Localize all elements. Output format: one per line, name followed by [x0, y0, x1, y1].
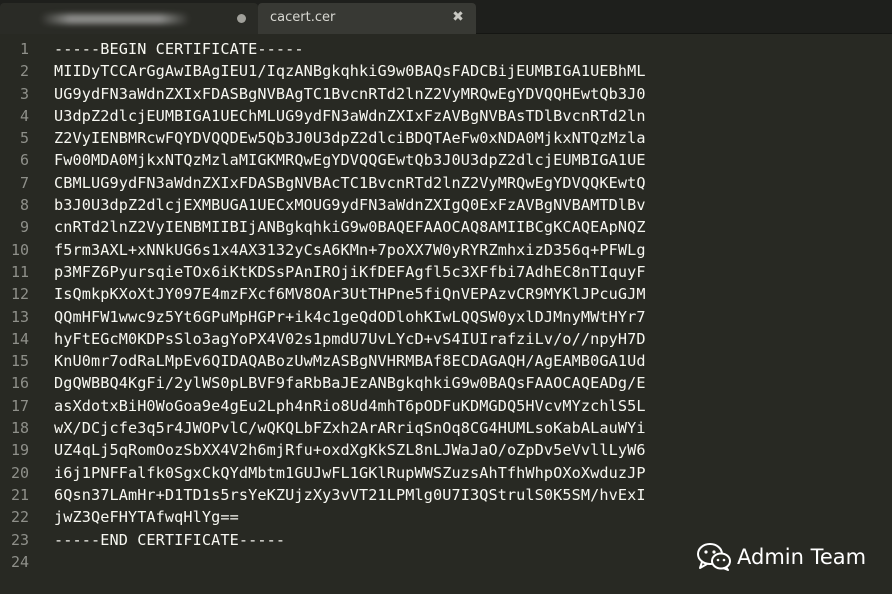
- code-line[interactable]: KnU0mr7odRaLMpEv6QIDAQABozUwMzASBgNVHRMB…: [54, 350, 892, 372]
- line-number: 18: [10, 419, 29, 438]
- line-number: 9: [19, 218, 29, 237]
- tab-title-blurred: [40, 14, 190, 24]
- line-number: 16: [10, 374, 29, 393]
- line-number-gutter: 1 2 3 4 5 6 7 8 9 10 11 12 13 14 15 16 17 18 19 20 21 22 23 24: [0, 38, 40, 573]
- line-number: 11: [10, 262, 29, 281]
- line-number: 6: [19, 151, 29, 170]
- line-number: 4: [19, 106, 29, 125]
- line-number: 14: [10, 329, 29, 348]
- code-line[interactable]: wX/DCjcfe3q5r4JWOPvlC/wQKQLbFZxh2ArARriq…: [54, 417, 892, 439]
- line-number: 19: [10, 441, 29, 460]
- code-line[interactable]: DgQWBBQ4KgFi/2ylWS0pLBVF9faRbBaJEzANBgkq…: [54, 372, 892, 394]
- line-number: 2: [19, 62, 29, 81]
- code-line[interactable]: CBMLUG9ydFN3aWdnZXIxFDASBgNVBAcTC1BvcnRT…: [54, 172, 892, 194]
- line-number: 5: [19, 129, 29, 148]
- code-line[interactable]: MIIDyTCCArGgAwIBAgIEU1/IqzANBgkqhkiG9w0B…: [54, 60, 892, 82]
- code-line[interactable]: U3dpZ2dlcjEUMBIGA1UEChMLUG9ydFN3aWdnZXIx…: [54, 105, 892, 127]
- code-line[interactable]: jwZ3QeFHYTAfwqHlYg==: [54, 506, 892, 528]
- code-line[interactable]: p3MFZ6PyursqieTOx6iKtKDSsPAnIROjiKfDEFAg…: [54, 261, 892, 283]
- line-number: 13: [10, 307, 29, 326]
- code-line[interactable]: 6Qsn37LAmHr+D1TD1s5rsYeKZUjzXy3vVT21LPMl…: [54, 484, 892, 506]
- code-line[interactable]: Fw00MDA0MjkxNTQzMzlaMIGKMRQwEgYDVQQGEwtQ…: [54, 149, 892, 171]
- code-line[interactable]: asXdotxBiH0WoGoa9e4gEu2Lph4nRio8Ud4mhT6p…: [54, 395, 892, 417]
- line-number: 7: [19, 173, 29, 192]
- code-line[interactable]: Z2VyIENBMRcwFQYDVQQDEw5Qb3J0U3dpZ2dlciBD…: [54, 127, 892, 149]
- line-number: 12: [10, 285, 29, 304]
- unsaved-dot-icon[interactable]: [237, 14, 246, 23]
- wechat-icon: [697, 543, 731, 571]
- tab-inactive[interactable]: [0, 3, 258, 34]
- code-line[interactable]: UZ4qLj5qRomOozSbXX4V2h6mjRfu+oxdXgKkSZL8…: [54, 439, 892, 461]
- code-line[interactable]: -----BEGIN CERTIFICATE-----: [54, 38, 892, 60]
- line-number: 10: [10, 240, 29, 259]
- tab-cacert[interactable]: cacert.cer ✖: [258, 3, 476, 34]
- code-line[interactable]: b3J0U3dpZ2dlcjEXMBUGA1UECxMOUG9ydFN3aWdn…: [54, 194, 892, 216]
- line-number: 20: [10, 463, 29, 482]
- line-number: 15: [10, 352, 29, 371]
- line-number: 22: [10, 508, 29, 527]
- close-tab-icon[interactable]: ✖: [450, 8, 466, 26]
- line-number: 21: [10, 485, 29, 504]
- code-line[interactable]: f5rm3AXL+xNNkUG6s1x4AX3132yCsA6KMn+7poXX…: [54, 239, 892, 261]
- line-number: 3: [19, 84, 29, 103]
- code-line[interactable]: hyFtEGcM0KDPsSlo3agYoPX4V02s1pmdU7UvLYcD…: [54, 328, 892, 350]
- watermark-text: Admin Team: [737, 545, 867, 569]
- line-number: 8: [19, 196, 29, 215]
- code-line[interactable]: cnRTd2lnZ2VyIENBMIIBIjANBgkqhkiG9w0BAQEF…: [54, 216, 892, 238]
- line-number: 24: [10, 552, 29, 571]
- code-line[interactable]: i6j1PNFFalfk0SgxCkQYdMbtm1GUJwFL1GKlRupW…: [54, 462, 892, 484]
- line-number: 1: [19, 40, 29, 58]
- watermark: Admin Team: [697, 541, 866, 573]
- tab-bar: cacert.cer ✖: [0, 0, 892, 34]
- code-line[interactable]: IsQmkpKXoXtJY097E4mzFXcf6MV8OAr3UtTHPne5…: [54, 283, 892, 305]
- line-number: 23: [10, 530, 29, 549]
- line-number: 17: [10, 396, 29, 415]
- editor[interactable]: 1 2 3 4 5 6 7 8 9 10 11 12 13 14 15 16 17 18 19 20 21 22 23 24 …: [0, 34, 892, 594]
- code-line[interactable]: UG9ydFN3aWdnZXIxFDASBgNVBAgTC1BvcnRTd2ln…: [54, 83, 892, 105]
- code-area[interactable]: -----BEGIN CERTIFICATE----- MIIDyTCCArGgA…: [54, 38, 892, 573]
- code-line[interactable]: QQmHFW1wwc9z5Yt6GPuMpHGPr+ik4c1geQdODloh…: [54, 306, 892, 328]
- tab-title: cacert.cer: [270, 10, 336, 25]
